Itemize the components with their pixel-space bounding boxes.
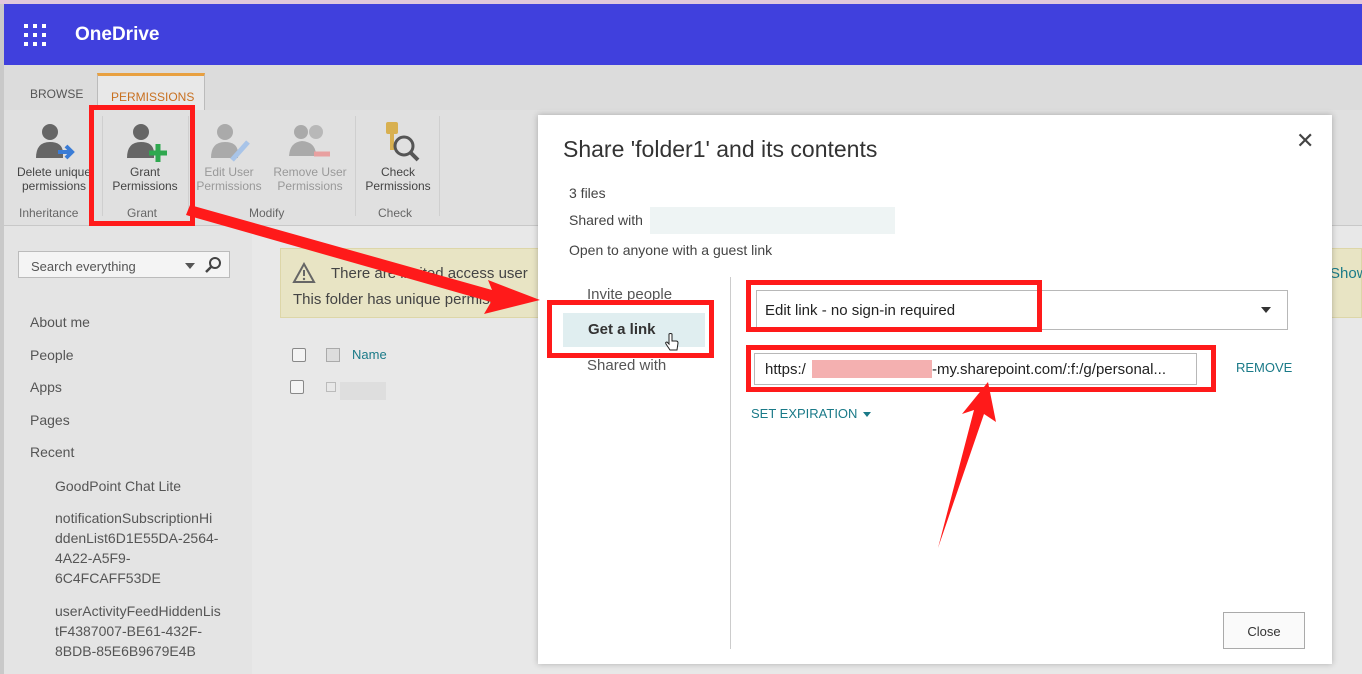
- annotation-arrow-to-get-link: [186, 205, 540, 314]
- annotation-arrows: [186, 205, 996, 548]
- annotation-arrow-to-url: [938, 382, 996, 548]
